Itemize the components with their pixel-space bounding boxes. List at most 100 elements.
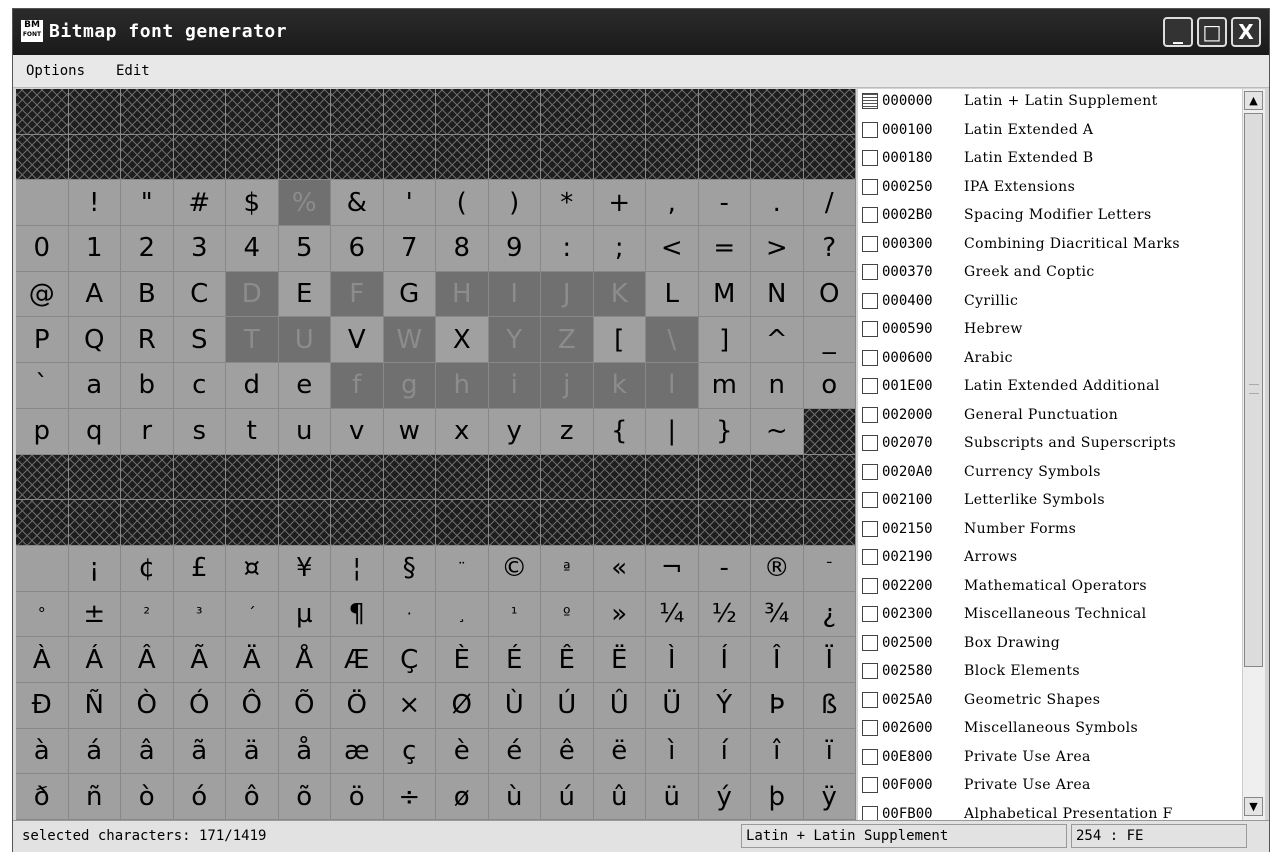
char-cell[interactable]: #: [173, 180, 226, 227]
char-cell-unavailable[interactable]: [226, 500, 279, 546]
char-cell[interactable]: |: [646, 408, 699, 455]
char-cell-unavailable[interactable]: [698, 134, 751, 181]
range-list-item[interactable]: 000590 Hebrew: [858, 317, 1242, 346]
char-cell[interactable]: C: [173, 271, 226, 318]
range-list-item[interactable]: 00E800 Private Use Area: [858, 745, 1242, 774]
char-cell[interactable]: h: [436, 363, 489, 409]
char-cell[interactable]: D: [226, 271, 279, 318]
range-checkbox[interactable]: [862, 378, 878, 394]
char-cell[interactable]: X: [436, 317, 489, 364]
menu-edit[interactable]: Edit: [116, 63, 150, 79]
char-cell[interactable]: Í: [698, 637, 751, 683]
char-cell[interactable]: Ú: [541, 682, 594, 729]
range-list-item[interactable]: 002000 General Punctuation: [858, 403, 1242, 432]
char-cell[interactable]: þ: [751, 774, 804, 820]
char-cell[interactable]: ³: [173, 591, 226, 638]
char-cell[interactable]: c: [173, 363, 226, 409]
char-cell[interactable]: Ó: [173, 682, 226, 729]
char-cell[interactable]: ): [488, 180, 541, 227]
char-cell[interactable]: Ô: [226, 682, 279, 729]
char-cell[interactable]: R: [121, 317, 174, 364]
char-cell-unavailable[interactable]: [226, 134, 279, 181]
char-cell[interactable]: w: [383, 408, 436, 455]
range-list-item[interactable]: 0002B0 Spacing Modifier Letters: [858, 203, 1242, 232]
char-cell[interactable]: e: [278, 363, 331, 409]
char-cell[interactable]: Ø: [436, 682, 489, 729]
char-cell[interactable]: L: [646, 271, 699, 318]
char-cell[interactable]: Ù: [488, 682, 541, 729]
char-cell[interactable]: Û: [593, 682, 646, 729]
range-list-item[interactable]: 000300 Combining Diacritical Marks: [858, 232, 1242, 261]
char-cell[interactable]: «: [593, 545, 646, 592]
char-cell-unavailable[interactable]: [68, 89, 121, 135]
char-cell-unavailable[interactable]: [488, 500, 541, 546]
range-checkbox[interactable]: [862, 321, 878, 337]
char-cell[interactable]: ï: [803, 728, 856, 775]
char-cell-unavailable[interactable]: [593, 89, 646, 135]
range-checkbox[interactable]: [862, 492, 878, 508]
char-cell[interactable]: û: [593, 774, 646, 820]
range-list-item[interactable]: 000370 Greek and Coptic: [858, 260, 1242, 289]
char-cell[interactable]: Q: [68, 317, 121, 364]
char-cell-unavailable[interactable]: [331, 454, 384, 501]
char-cell-unavailable[interactable]: [121, 89, 174, 135]
char-cell[interactable]: !: [68, 180, 121, 227]
maximize-button[interactable]: □: [1197, 17, 1227, 47]
char-cell[interactable]: /: [803, 180, 856, 227]
char-cell-unavailable[interactable]: [541, 134, 594, 181]
char-cell[interactable]: o: [803, 363, 856, 409]
char-cell[interactable]: ±: [68, 591, 121, 638]
char-cell[interactable]: ^: [751, 317, 804, 364]
char-cell[interactable]: ¥: [278, 545, 331, 592]
char-cell[interactable]: @: [16, 271, 69, 318]
range-checkbox[interactable]: [862, 691, 878, 708]
char-cell-unavailable[interactable]: [541, 500, 594, 546]
char-cell-unavailable[interactable]: [68, 134, 121, 181]
range-list-item[interactable]: 002190 Arrows: [858, 545, 1242, 574]
range-list-item[interactable]: 00FB00 Alphabetical Presentation F: [858, 802, 1242, 820]
char-cell-unavailable[interactable]: [593, 500, 646, 546]
char-cell[interactable]: ¬: [646, 545, 699, 592]
char-cell-unavailable[interactable]: [751, 454, 804, 501]
char-cell[interactable]: 9: [488, 226, 541, 272]
char-cell-unavailable[interactable]: [436, 134, 489, 181]
char-cell[interactable]: S: [173, 317, 226, 364]
char-cell[interactable]: Ê: [541, 637, 594, 683]
char-cell[interactable]: µ: [278, 591, 331, 638]
char-cell[interactable]: ×: [383, 682, 436, 729]
range-checkbox[interactable]: [862, 577, 878, 594]
char-cell-unavailable[interactable]: [593, 454, 646, 501]
char-cell[interactable]: {: [593, 408, 646, 455]
range-checkbox[interactable]: [862, 463, 878, 480]
range-checkbox[interactable]: [862, 121, 878, 138]
range-list-item[interactable]: 00F000 Private Use Area: [858, 773, 1242, 802]
char-cell[interactable]: ¶: [331, 591, 384, 638]
char-cell[interactable]: ã: [173, 728, 226, 775]
menu-options[interactable]: Options: [26, 63, 85, 79]
char-cell[interactable]: [16, 545, 69, 592]
char-cell[interactable]: ê: [541, 728, 594, 775]
char-cell-unavailable[interactable]: [173, 500, 226, 546]
range-checkbox[interactable]: [862, 435, 878, 451]
char-cell-unavailable[interactable]: [646, 454, 699, 501]
char-cell[interactable]: °: [16, 591, 69, 638]
char-cell[interactable]: ü: [646, 774, 699, 820]
char-cell[interactable]: ª: [541, 545, 594, 592]
range-list-item[interactable]: 0025A0 Geometric Shapes: [858, 688, 1242, 717]
char-cell[interactable]: K: [593, 271, 646, 318]
char-cell[interactable]: -: [698, 545, 751, 592]
char-cell[interactable]: 3: [173, 226, 226, 272]
char-cell[interactable]: E: [278, 271, 331, 318]
close-button[interactable]: X: [1231, 17, 1261, 47]
char-cell-unavailable[interactable]: [121, 454, 174, 501]
char-cell[interactable]: »: [593, 591, 646, 638]
scroll-down-icon[interactable]: ▼: [1244, 797, 1263, 816]
char-cell[interactable]: ð: [16, 774, 69, 820]
range-list-item[interactable]: 000600 Arabic: [858, 346, 1242, 375]
char-cell[interactable]: Á: [68, 637, 121, 683]
char-cell-unavailable[interactable]: [383, 500, 436, 546]
char-cell[interactable]: ¿: [803, 591, 856, 638]
char-cell[interactable]: ß: [803, 682, 856, 729]
char-cell[interactable]: ¦: [331, 545, 384, 592]
char-cell[interactable]: ¯: [803, 545, 856, 592]
